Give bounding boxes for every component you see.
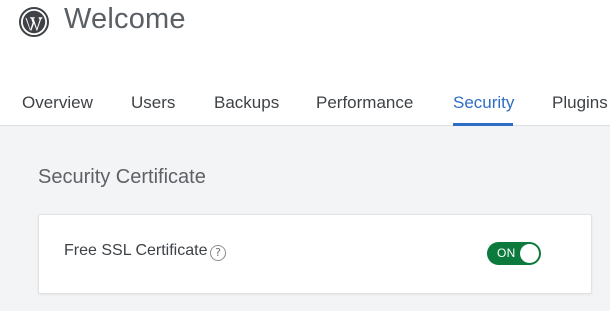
toggle-state-label: ON <box>497 246 516 260</box>
section-title: Security Certificate <box>38 166 206 188</box>
tab-performance[interactable]: Performance <box>316 93 413 113</box>
tab-backups[interactable]: Backups <box>214 93 279 113</box>
tab-security[interactable]: Security <box>453 93 514 113</box>
header: Welcome Overview Users Backups Performan… <box>0 0 610 126</box>
ssl-toggle-switch[interactable]: ON <box>487 242 541 265</box>
tab-overview[interactable]: Overview <box>22 93 93 113</box>
ssl-certificate-label: Free SSL Certificate <box>64 242 208 259</box>
toggle-knob <box>520 244 539 263</box>
wordpress-logo-icon <box>19 7 49 37</box>
page-title: Welcome <box>64 3 186 35</box>
question-circle-icon[interactable]: ? <box>210 245 226 261</box>
ssl-certificate-card: Free SSL Certificate ? ON <box>38 214 592 294</box>
active-tab-indicator <box>453 123 513 126</box>
tab-plugins[interactable]: Plugins <box>552 93 608 113</box>
brand <box>19 7 49 37</box>
tab-bar: Overview Users Backups Performance Secur… <box>0 84 610 126</box>
tab-users[interactable]: Users <box>131 93 175 113</box>
